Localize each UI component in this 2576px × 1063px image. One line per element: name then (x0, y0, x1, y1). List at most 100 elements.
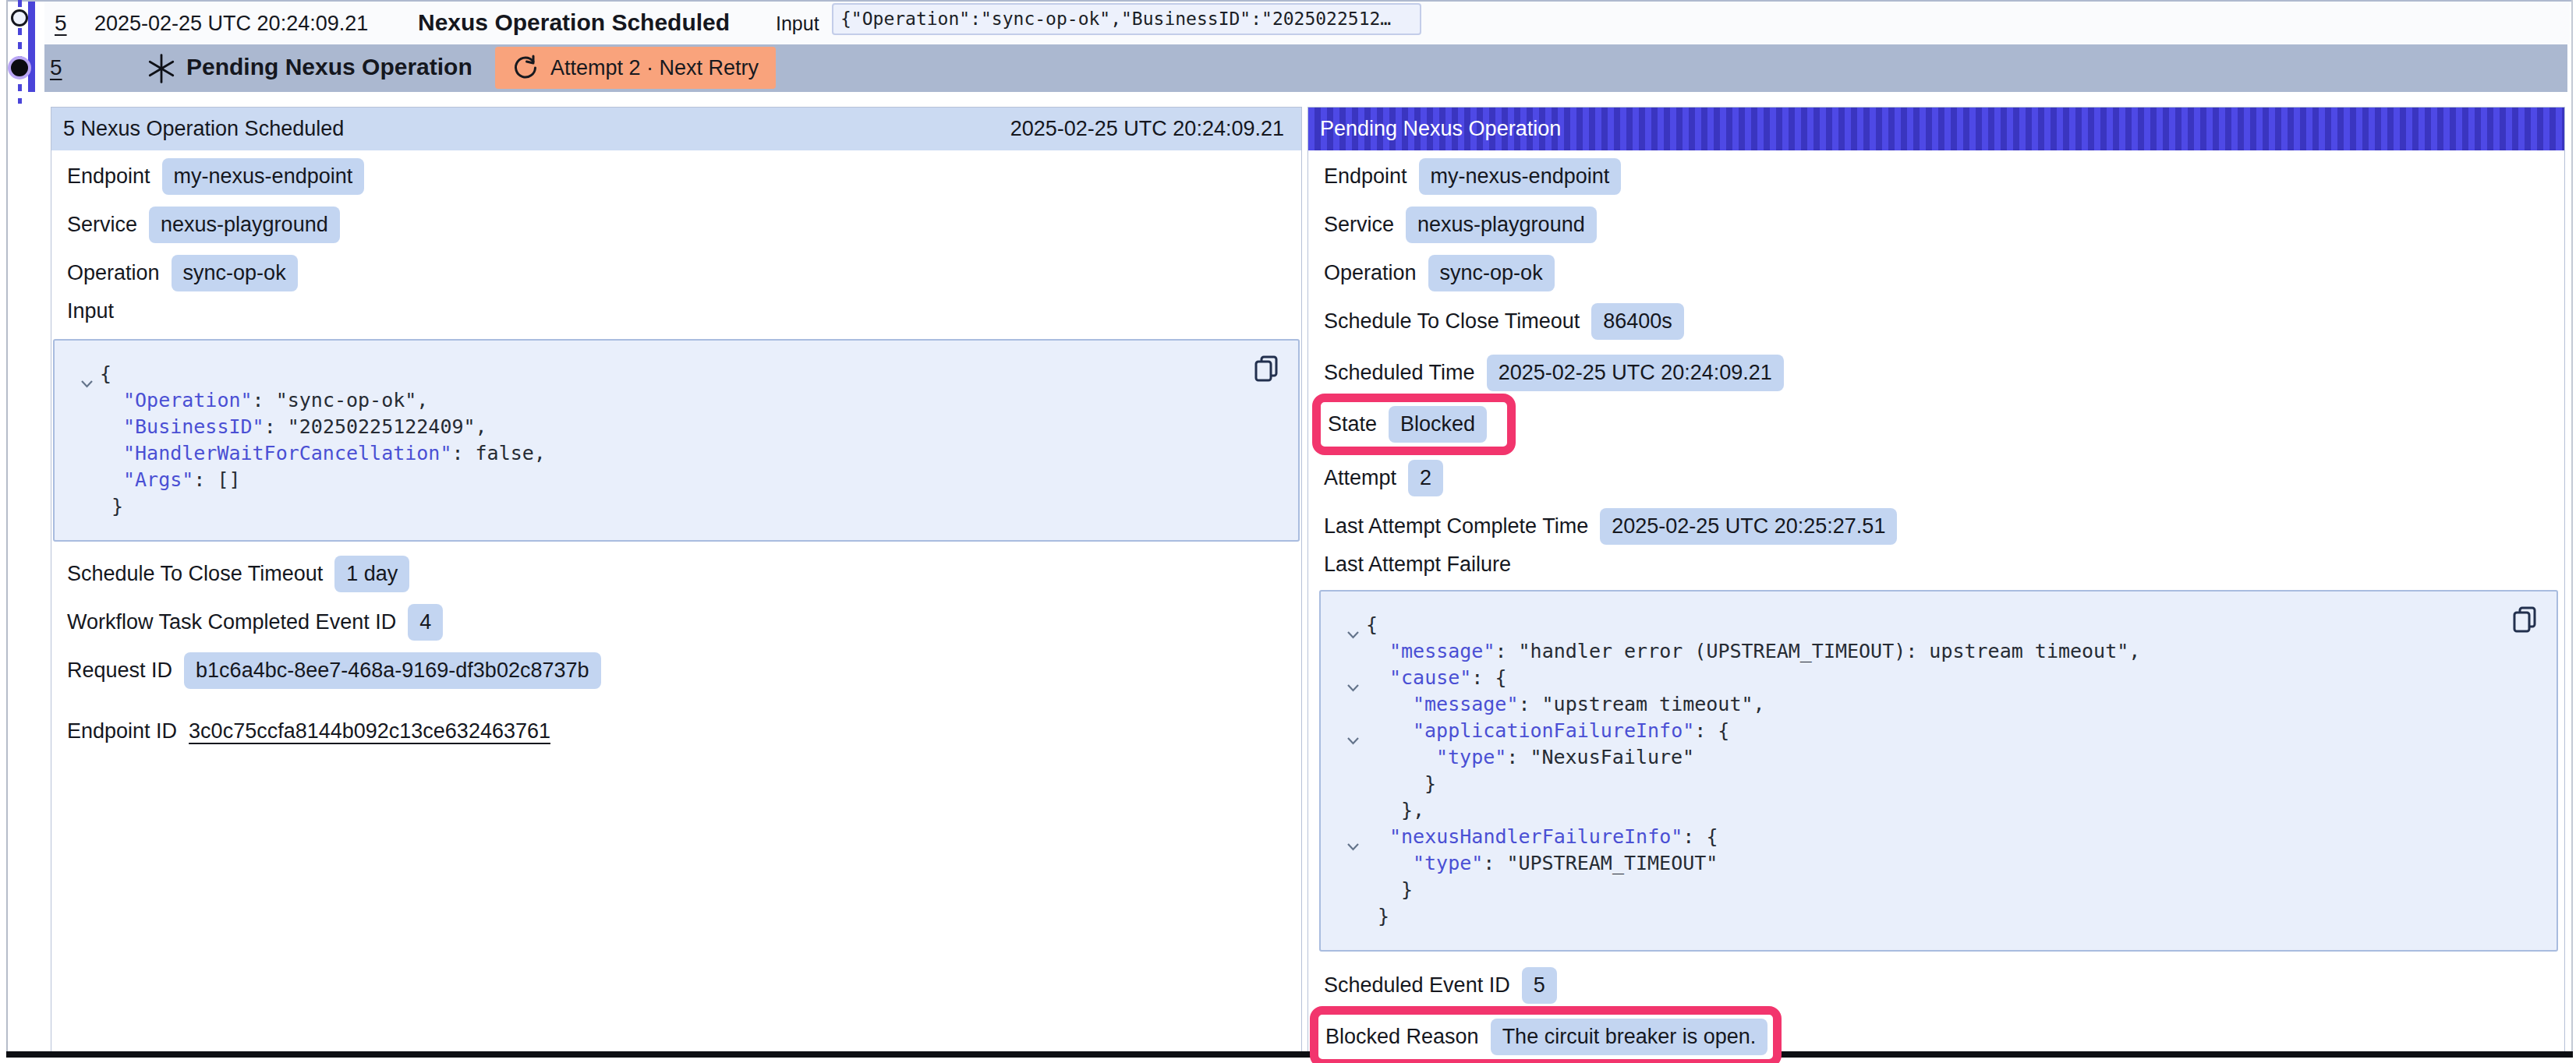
pending-id-link[interactable]: 5 (50, 55, 62, 80)
asterisk-icon (146, 53, 177, 84)
pending-detail-header: Pending Nexus Operation (1308, 108, 2564, 150)
field-row-blocked-reason: Blocked Reason The circuit breaker is ope… (1325, 1019, 1767, 1055)
failure-code-block: {"message": "handler error (UPSTREAM_TIM… (1319, 590, 2558, 952)
code-line: "Args": [] (55, 467, 1298, 493)
code-line: "HandlerWaitForCancellation": false, (55, 440, 1298, 467)
left-border (6, 0, 8, 1052)
field-row-state: State Blocked (1328, 406, 1487, 443)
field-value-badge: 4 (408, 604, 443, 641)
code-line: "Operation": "sync-op-ok", (55, 387, 1298, 414)
field-label: Service (67, 213, 137, 237)
field-value-badge: b1c6a4bc-8ee7-468a-9169-df3b02c8737b (184, 652, 600, 689)
field-label: Blocked Reason (1325, 1025, 1479, 1049)
event-name: Nexus Operation Scheduled (418, 9, 730, 36)
code-line: "type": "NexusFailure" (1321, 744, 2557, 771)
field-value-badge: Blocked (1389, 406, 1487, 443)
code-line: "message": "upstream timeout", (1321, 691, 2557, 718)
field-label: Workflow Task Completed Event ID (67, 610, 396, 634)
code-line: "nexusHandlerFailureInfo": { (1321, 824, 2557, 850)
field-label: Operation (1324, 261, 1417, 285)
field-label: Endpoint (1324, 164, 1407, 189)
field-row-operation: Operation sync-op-ok (1324, 255, 2564, 291)
field-row-operation: Operation sync-op-ok (67, 255, 1301, 291)
field-value-badge: 2025-02-25 UTC 20:24:09.21 (1487, 355, 1784, 391)
code-line: } (1321, 771, 2557, 797)
field-label: Last Attempt Complete Time (1324, 514, 1588, 539)
field-row-scheduled-event-id: Scheduled Event ID 5 (1324, 967, 2564, 1004)
timeline-event-dot-filled (11, 59, 28, 76)
right-border (2571, 0, 2573, 1052)
event-detail-panel: 5 Nexus Operation Scheduled 2025-02-25 U… (51, 107, 1302, 1052)
event-time: 2025-02-25 UTC 20:24:09.21 (94, 12, 368, 36)
bottom-edge-line (6, 1051, 2573, 1058)
field-label: Attempt (1324, 466, 1396, 490)
field-value-badge: 1 day (334, 556, 409, 592)
event-input-label: Input (776, 12, 819, 35)
input-code-block: {"Operation": "sync-op-ok","BusinessID":… (53, 339, 1300, 542)
code-line: } (55, 493, 1298, 520)
code-line: "BusinessID": "20250225122409", (55, 414, 1298, 440)
code-line: } (1321, 903, 2557, 930)
field-label: Operation (67, 261, 160, 285)
field-value-badge: sync-op-ok (172, 255, 298, 291)
field-value-badge: The circuit breaker is open. (1491, 1019, 1768, 1055)
field-label: Scheduled Time (1324, 361, 1475, 385)
pending-detail-panel: Pending Nexus Operation Endpoint my-nexus… (1307, 107, 2565, 1052)
field-value-badge: 5 (1522, 967, 1557, 1004)
field-value-link[interactable]: 3c0c75ccfa8144b092c13ce632463761 (189, 719, 550, 743)
code-line: { (1321, 612, 2557, 638)
event-row[interactable]: 5 2025-02-25 UTC 20:24:09.21 Nexus Opera… (44, 2, 2570, 44)
event-detail-time: 2025-02-25 UTC 20:24:09.21 (1010, 117, 1284, 141)
field-row-schedule-to-close-timeout: Schedule To Close Timeout 86400s (1324, 303, 2564, 340)
field-label: Request ID (67, 659, 172, 683)
field-row-scheduled-time: Scheduled Time 2025-02-25 UTC 20:24:09.21 (1324, 355, 2564, 391)
field-row-service: Service nexus-playground (67, 207, 1301, 243)
code-line: "message": "handler error (UPSTREAM_TIME… (1321, 638, 2557, 665)
field-value-badge: sync-op-ok (1428, 255, 1555, 291)
field-row-endpoint: Endpoint my-nexus-endpoint (67, 158, 1301, 195)
pending-title: Pending Nexus Operation (186, 54, 472, 80)
highlight-ring-blocked-reason: Blocked Reason The circuit breaker is ope… (1310, 1006, 1782, 1063)
event-input-preview: {"Operation":"sync-op-ok","BusinessID":"… (832, 3, 1421, 35)
field-label: Schedule To Close Timeout (1324, 309, 1580, 334)
selected-event-bar (28, 2, 35, 92)
field-value-badge: nexus-playground (1406, 207, 1597, 243)
pending-operation-row[interactable]: 5 Pending Nexus Operation Attempt 2 · Ne… (44, 44, 2567, 92)
attempt-badge: Attempt 2 · Next Retry (495, 47, 776, 89)
field-value-badge: 86400s (1591, 303, 1684, 340)
field-row-attempt: Attempt 2 (1324, 460, 2564, 496)
field-row-endpoint-id: Endpoint ID 3c0c75ccfa8144b092c13ce632463… (67, 715, 1301, 747)
field-row-workflow-task-completed-event-id: Workflow Task Completed Event ID 4 (67, 604, 1301, 641)
code-line: "type": "UPSTREAM_TIMEOUT" (1321, 850, 2557, 877)
field-label: Endpoint ID (67, 719, 177, 743)
code-line: "applicationFailureInfo": { (1321, 718, 2557, 744)
retry-icon (512, 55, 539, 81)
input-label: Input (67, 299, 1301, 323)
field-row-schedule-to-close-timeout: Schedule To Close Timeout 1 day (67, 556, 1301, 592)
field-value-badge: 2025-02-25 UTC 20:25:27.51 (1600, 508, 1897, 545)
field-label: Service (1324, 213, 1394, 237)
event-detail-title: 5 Nexus Operation Scheduled (63, 117, 344, 141)
code-line: } (1321, 877, 2557, 903)
field-value-badge: nexus-playground (149, 207, 340, 243)
event-detail-header: 5 Nexus Operation Scheduled 2025-02-25 U… (51, 108, 1301, 150)
field-label: State (1328, 412, 1377, 436)
field-value-badge: my-nexus-endpoint (162, 158, 365, 195)
workflow-history-pane: 5 2025-02-25 UTC 20:24:09.21 Nexus Opera… (0, 0, 2576, 1063)
field-row-endpoint: Endpoint my-nexus-endpoint (1324, 158, 2564, 195)
field-label: Schedule To Close Timeout (67, 562, 323, 586)
code-line: "cause": { (1321, 665, 2557, 691)
code-line: { (55, 361, 1298, 387)
last-attempt-failure-label: Last Attempt Failure (1324, 553, 2564, 576)
attempt-badge-label: Attempt 2 · Next Retry (550, 56, 759, 80)
field-row-last-attempt-complete-time: Last Attempt Complete Time 2025-02-25 UTC… (1324, 508, 2564, 545)
field-value-badge: my-nexus-endpoint (1419, 158, 1622, 195)
field-value-badge: 2 (1408, 460, 1443, 496)
event-id-link[interactable]: 5 (55, 11, 67, 36)
code-line: }, (1321, 797, 2557, 824)
timeline-event-dot-open (11, 9, 28, 26)
field-label: Endpoint (67, 164, 150, 189)
field-label: Scheduled Event ID (1324, 973, 1510, 998)
highlight-ring-state: State Blocked (1312, 394, 1516, 455)
field-row-service: Service nexus-playground (1324, 207, 2564, 243)
